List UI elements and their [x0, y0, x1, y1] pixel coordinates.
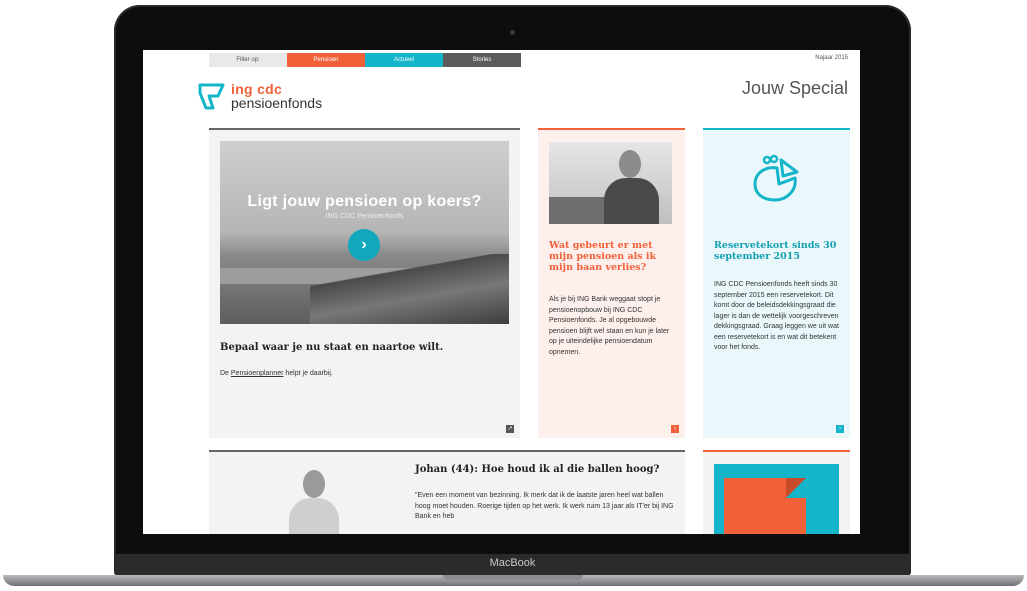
- brand-line1: ing cdc: [231, 81, 283, 97]
- external-link-icon[interactable]: ↗: [506, 425, 514, 433]
- screen: Filter op: Pensioen Actueel Stories Naja…: [143, 50, 860, 534]
- baan-verlies-card[interactable]: Wat gebeurt er met mijn pensioen als ik …: [538, 128, 685, 438]
- johan-story-card[interactable]: Johan (44): Hoe houd ik al die ballen ho…: [209, 450, 685, 534]
- card-title: Johan (44): Hoe houd ik al die ballen ho…: [415, 464, 660, 475]
- chevron-right-icon[interactable]: ›: [348, 229, 380, 261]
- arrow-right-icon[interactable]: ›: [671, 425, 679, 433]
- camera-icon: [510, 30, 515, 35]
- filter-label: Filter op:: [209, 53, 287, 67]
- card-text-prefix: De: [220, 370, 231, 377]
- filter-bar: Filter op: Pensioen Actueel Stories: [209, 53, 521, 67]
- card-text: ING CDC Pensioenfonds heeft sinds 30 sep…: [714, 281, 839, 351]
- brand-logo[interactable]: ing cdc pensioenfonds: [197, 80, 322, 112]
- card-text-suffix: helpt je daarbij.: [283, 370, 333, 377]
- filter-tab-stories[interactable]: Stories: [443, 53, 521, 67]
- document-illustration: [714, 464, 839, 534]
- laptop-chin: MacBook: [114, 554, 911, 576]
- card-text: "Even een moment van bezinning. Ik merk …: [415, 492, 674, 520]
- card-heading: Bepaal waar je nu staat en naartoe wilt.: [220, 342, 444, 353]
- card-text: De Pensioenplanner helpt je daarbij.: [220, 370, 333, 377]
- card-text: Als je bij ING Bank weggaat stopt je pen…: [549, 296, 670, 356]
- brand-mark-icon: [198, 83, 225, 110]
- card-title: Wat gebeurt er met mijn pensioen als ik …: [549, 240, 657, 273]
- brand-line2: pensioenfonds: [231, 95, 323, 111]
- callcenter-photo: [549, 142, 672, 224]
- hero-rocks: [310, 254, 509, 324]
- hero-subtitle: ING CDC Pensioenfonds: [325, 213, 404, 220]
- document-card[interactable]: [703, 450, 850, 534]
- johan-photo: [289, 470, 339, 534]
- piggy-pie-icon: [753, 154, 799, 202]
- device-label: MacBook: [489, 557, 536, 569]
- reservetekort-card[interactable]: Reservetekort sinds 30 september 2015 IN…: [703, 128, 850, 438]
- arrow-right-icon[interactable]: ›: [836, 425, 844, 433]
- page-title: Jouw Special: [741, 78, 848, 98]
- pensioenplanner-card[interactable]: Ligt jouw pensioen op koers? ING CDC Pen…: [209, 128, 520, 438]
- edition-label: Najaar 2015: [815, 55, 848, 61]
- pensioenplanner-link[interactable]: Pensioenplanner: [231, 370, 284, 377]
- laptop-notch: [443, 575, 583, 580]
- filter-tab-pensioen[interactable]: Pensioen: [287, 53, 365, 67]
- hero-title: Ligt jouw pensioen op koers?: [247, 193, 482, 210]
- filter-tab-actueel[interactable]: Actueel: [365, 53, 443, 67]
- hero-image: Ligt jouw pensioen op koers? ING CDC Pen…: [220, 141, 509, 324]
- card-title: Reservetekort sinds 30 september 2015: [714, 240, 837, 262]
